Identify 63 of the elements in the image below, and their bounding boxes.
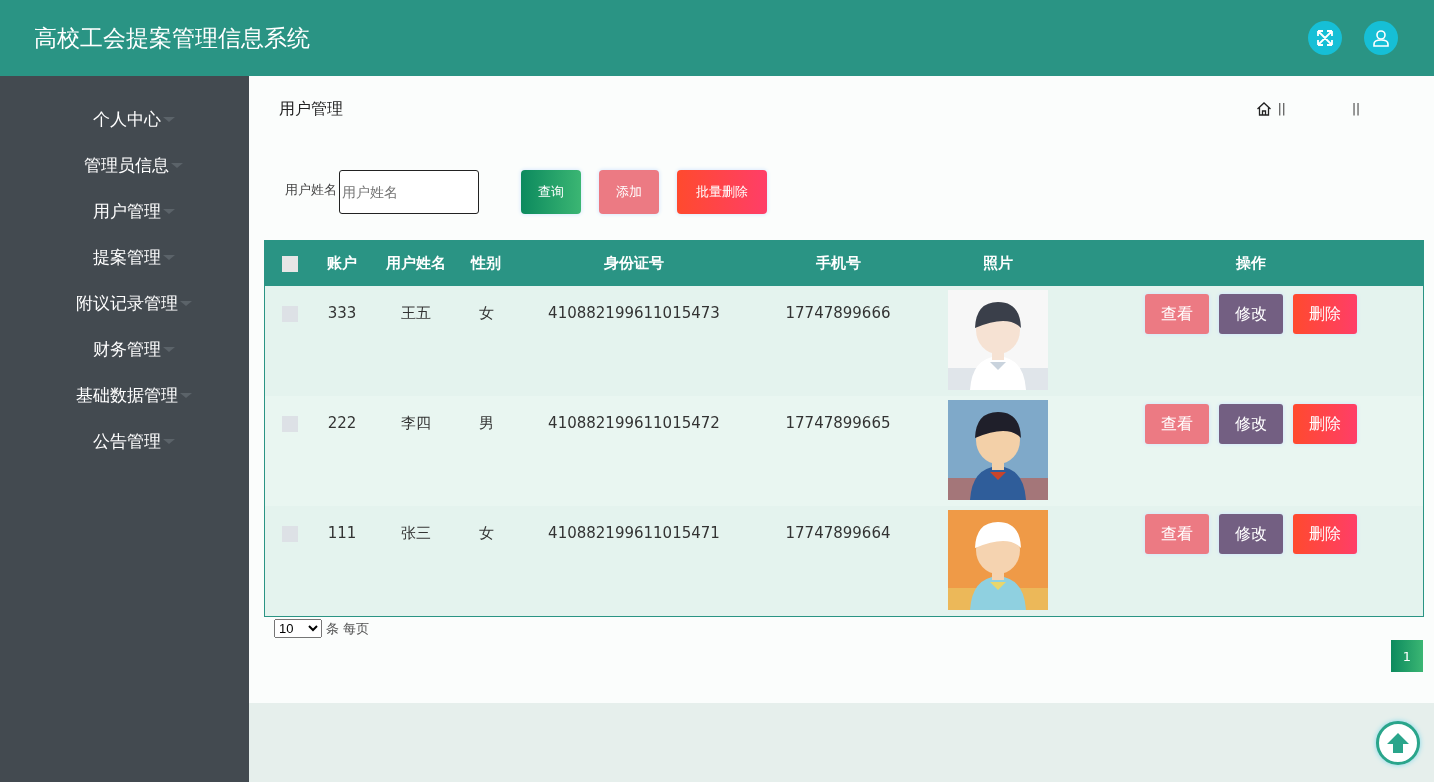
caret-icon xyxy=(162,208,175,214)
caret-icon xyxy=(162,438,175,444)
caret-icon xyxy=(179,392,192,398)
delete-button[interactable]: 批量删除 xyxy=(677,170,767,214)
page-size-select[interactable]: 10 xyxy=(274,619,322,638)
arrow-up-icon xyxy=(1385,730,1411,756)
column-header: 用户姓名 xyxy=(385,253,447,274)
back-to-top-button[interactable] xyxy=(1376,721,1420,765)
table-cell-text: 李四 xyxy=(400,413,432,434)
table-cell-text: 女 xyxy=(477,303,495,324)
breadcrumb-separator: || xyxy=(1277,102,1286,116)
caret-icon xyxy=(162,116,175,122)
breadcrumb-separator: || xyxy=(1351,102,1360,116)
system-title: 高校工会提案管理信息系统 xyxy=(34,23,310,53)
sidebar-item[interactable]: 公告管理 xyxy=(74,418,175,464)
caret-icon xyxy=(179,300,192,306)
column-header: 手机号 xyxy=(814,253,862,274)
column-header: 照片 xyxy=(982,253,1014,274)
edit-button[interactable]: 修改 xyxy=(1219,404,1283,444)
table-cell-text: 17747899666 xyxy=(784,303,892,324)
table-cell-text: 333 xyxy=(326,303,358,324)
column-header: 操作 xyxy=(1235,253,1267,274)
caret-icon xyxy=(162,254,175,260)
table-cell-text: 女 xyxy=(477,523,495,544)
page-button[interactable]: 1 xyxy=(1391,640,1423,672)
table-cell-text: 222 xyxy=(326,413,358,434)
user-icon xyxy=(1372,29,1390,47)
expand-icon xyxy=(1316,29,1334,47)
table-cell-text: 410882199611015471 xyxy=(547,523,721,544)
sidebar-item[interactable]: 管理员信息 xyxy=(66,142,183,188)
name-search-field[interactable]: 用户姓名 xyxy=(339,170,479,214)
delete-button[interactable]: 删除 xyxy=(1293,294,1357,334)
fullscreen-button[interactable] xyxy=(1308,21,1342,55)
select-all-checkbox[interactable] xyxy=(282,255,298,272)
page-title: 用户管理 xyxy=(279,98,343,120)
table-cell-text: 张三 xyxy=(400,523,432,544)
table-cell-text: 17747899664 xyxy=(784,523,892,544)
page-size-label: 条 每页 xyxy=(326,619,370,638)
user-button[interactable] xyxy=(1364,21,1398,55)
search-label: 用户姓名 xyxy=(285,181,337,199)
caret-icon xyxy=(162,346,175,352)
caret-icon xyxy=(171,162,183,168)
sidebar-item[interactable]: 附议记录管理 xyxy=(57,280,192,326)
table-cell-text: 男 xyxy=(477,413,495,434)
query-button[interactable]: 查询 xyxy=(521,170,581,214)
delete-button[interactable]: 删除 xyxy=(1293,404,1357,444)
column-header: 身份证号 xyxy=(603,253,665,274)
table-cell-text: 111 xyxy=(326,523,358,544)
table-cell-text: 410882199611015473 xyxy=(547,303,721,324)
table-cell-text: 410882199611015472 xyxy=(547,413,721,434)
delete-button[interactable]: 删除 xyxy=(1293,514,1357,554)
sidebar-item[interactable]: 提案管理 xyxy=(74,234,175,280)
home-icon[interactable] xyxy=(1255,101,1272,117)
edit-button[interactable]: 修改 xyxy=(1219,294,1283,334)
edit-button[interactable]: 修改 xyxy=(1219,514,1283,554)
sidebar-item[interactable]: 用户管理 xyxy=(74,188,175,234)
table-cell-text: 王五 xyxy=(400,303,432,324)
sidebar-item[interactable]: 基础数据管理 xyxy=(57,372,192,418)
sidebar-item[interactable]: 财务管理 xyxy=(74,326,175,372)
column-header: 性别 xyxy=(469,253,502,274)
table-cell-text: 17747899665 xyxy=(784,413,892,434)
column-header: 账户 xyxy=(326,253,358,274)
sidebar-item[interactable]: 个人中心 xyxy=(74,96,175,142)
